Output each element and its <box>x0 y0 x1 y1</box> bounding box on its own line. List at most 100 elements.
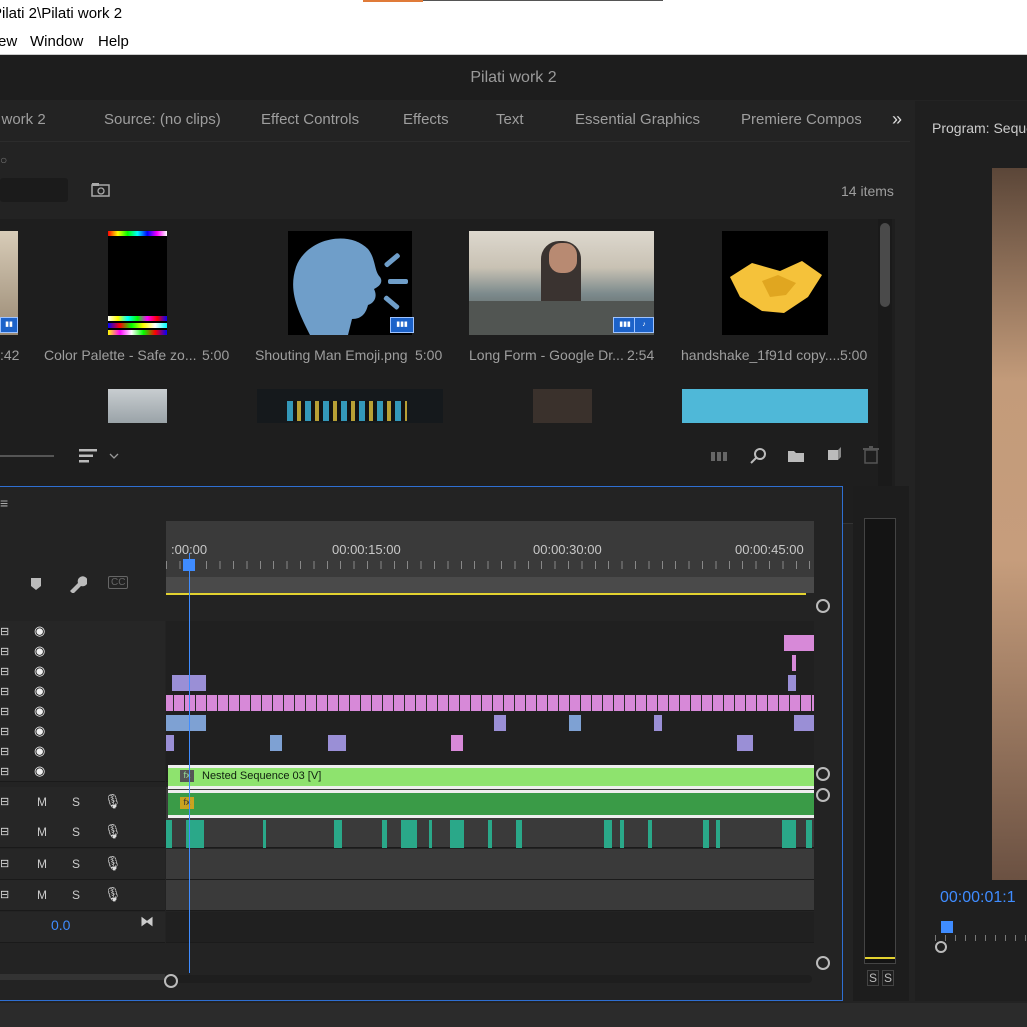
media-thumb-6[interactable] <box>257 389 443 423</box>
media-thumb-7[interactable] <box>533 389 592 423</box>
video-track-lane[interactable] <box>166 741 814 762</box>
add-marker-icon[interactable] <box>30 577 42 591</box>
horizontal-scroll-handle[interactable] <box>164 974 178 988</box>
sync-lock-icon[interactable]: ⊟ <box>0 825 9 838</box>
audio-clip[interactable] <box>648 820 652 848</box>
audio-clip[interactable] <box>429 820 432 848</box>
video-track-lane[interactable] <box>166 641 814 662</box>
sync-lock-icon[interactable]: ⊟ <box>0 765 9 778</box>
work-area-bar[interactable] <box>166 577 814 593</box>
eye-icon[interactable]: ◉ <box>34 763 45 779</box>
solo-left-button[interactable]: S <box>867 970 880 986</box>
tab-text[interactable]: Text <box>496 111 524 128</box>
program-video-frame[interactable] <box>992 168 1027 880</box>
audio-track-lane[interactable] <box>166 849 814 880</box>
wrench-icon[interactable] <box>67 575 87 593</box>
eye-icon[interactable]: ◉ <box>34 703 45 719</box>
timeline-clip[interactable] <box>788 675 796 691</box>
audio-clip[interactable] <box>806 820 812 848</box>
timeline-clip[interactable] <box>654 715 662 731</box>
tab-project[interactable]: i work 2 <box>0 111 46 128</box>
audio-clip[interactable] <box>450 820 464 848</box>
timeline-clip[interactable] <box>270 735 282 751</box>
nested-sequence-clip[interactable]: fx Nested Sequence 03 [V] <box>168 765 814 789</box>
video-track-lane[interactable] <box>166 661 814 682</box>
sync-lock-icon[interactable]: ⊟ <box>0 888 9 901</box>
grid-scrollbar-thumb[interactable] <box>880 223 890 307</box>
timeline-clip[interactable] <box>166 715 206 731</box>
microphone-icon[interactable]: 🎙 <box>104 886 122 903</box>
sync-lock-icon[interactable]: ⊟ <box>0 725 9 738</box>
solo-button[interactable]: S <box>72 795 80 809</box>
audio-track-lane[interactable] <box>166 880 814 911</box>
program-zoom-handle[interactable] <box>935 941 947 953</box>
more-tabs-button[interactable]: » <box>892 109 902 130</box>
time-ruler[interactable]: :00:00 00:00:15:00 00:00:30:00 00:00:45:… <box>166 521 814 593</box>
playhead-line[interactable] <box>188 553 190 973</box>
sync-lock-icon[interactable]: ⊟ <box>0 795 9 808</box>
sync-lock-icon[interactable]: ⊟ <box>0 685 9 698</box>
zoom-slider[interactable] <box>0 455 54 457</box>
program-monitor-title[interactable]: Program: Seque <box>932 120 1027 136</box>
solo-button[interactable]: S <box>72 825 80 839</box>
media-thumb-5[interactable] <box>108 389 167 423</box>
timeline-clip[interactable] <box>792 655 796 671</box>
audio-clip[interactable] <box>782 820 796 848</box>
find-icon[interactable] <box>750 447 768 465</box>
media-thumb-1[interactable] <box>108 231 167 335</box>
panel-menu-icon[interactable]: ≡ <box>0 495 8 511</box>
timeline-clip[interactable] <box>569 715 581 731</box>
nested-sequence-audio-clip[interactable]: fx <box>168 790 814 818</box>
eye-icon[interactable]: ◉ <box>34 623 45 639</box>
new-bin-icon[interactable] <box>787 448 805 463</box>
video-track-lane[interactable] <box>166 721 814 742</box>
search-input[interactable] <box>0 178 68 202</box>
timeline-clip[interactable] <box>494 715 506 731</box>
audio-clip[interactable] <box>716 820 720 848</box>
new-item-icon[interactable] <box>826 447 842 463</box>
eye-icon[interactable]: ◉ <box>34 723 45 739</box>
vertical-scroll-bottom[interactable] <box>816 956 830 970</box>
mute-button[interactable]: M <box>37 825 47 839</box>
vertical-scroll-audio[interactable] <box>816 788 830 802</box>
go-to-edge-icon[interactable]: ⧓ <box>140 913 154 930</box>
timeline-clip[interactable] <box>328 735 346 751</box>
automate-to-sequence-icon[interactable] <box>711 450 731 462</box>
header-scrollbar[interactable] <box>0 974 165 980</box>
mute-button[interactable]: M <box>37 857 47 871</box>
mute-button[interactable]: M <box>37 888 47 902</box>
sync-lock-icon[interactable]: ⊟ <box>0 745 9 758</box>
solo-button[interactable]: S <box>72 888 80 902</box>
tab-premiere-composer[interactable]: Premiere Composer <box>741 111 861 128</box>
audio-clip[interactable] <box>620 820 624 848</box>
menu-item-help[interactable]: Help <box>98 33 129 50</box>
sort-icons-icon[interactable] <box>79 448 119 464</box>
media-thumb-8[interactable] <box>682 389 868 423</box>
timeline-clip[interactable] <box>451 735 463 751</box>
new-bin-search-icon[interactable] <box>91 182 111 198</box>
audio-clip[interactable] <box>488 820 492 848</box>
audio-clip[interactable] <box>382 820 387 848</box>
eye-icon[interactable]: ◉ <box>34 683 45 699</box>
solo-right-button[interactable]: S <box>882 970 895 986</box>
program-timecode[interactable]: 00:00:01:1 <box>940 889 1016 907</box>
audio-clip[interactable] <box>516 820 522 848</box>
media-thumb-4[interactable] <box>722 231 828 335</box>
program-playhead[interactable] <box>941 921 953 933</box>
microphone-icon[interactable]: 🎙 <box>104 855 122 872</box>
audio-clip[interactable] <box>263 820 266 848</box>
sync-lock-icon[interactable]: ⊟ <box>0 857 9 870</box>
audio-clip[interactable] <box>703 820 709 848</box>
sync-lock-icon[interactable]: ⊟ <box>0 705 9 718</box>
mute-button[interactable]: M <box>37 795 47 809</box>
video-track-lane[interactable] <box>166 621 814 642</box>
sync-lock-icon[interactable]: ⊟ <box>0 665 9 678</box>
horizontal-scrollbar[interactable] <box>176 975 812 983</box>
timeline-clip[interactable] <box>737 735 753 751</box>
vertical-scroll-top[interactable] <box>816 599 830 613</box>
playhead-handle[interactable] <box>182 559 195 571</box>
solo-button[interactable]: S <box>72 857 80 871</box>
timeline-clip[interactable] <box>166 735 174 751</box>
tab-effects[interactable]: Effects <box>403 111 449 128</box>
tab-source[interactable]: Source: (no clips) <box>104 111 221 128</box>
